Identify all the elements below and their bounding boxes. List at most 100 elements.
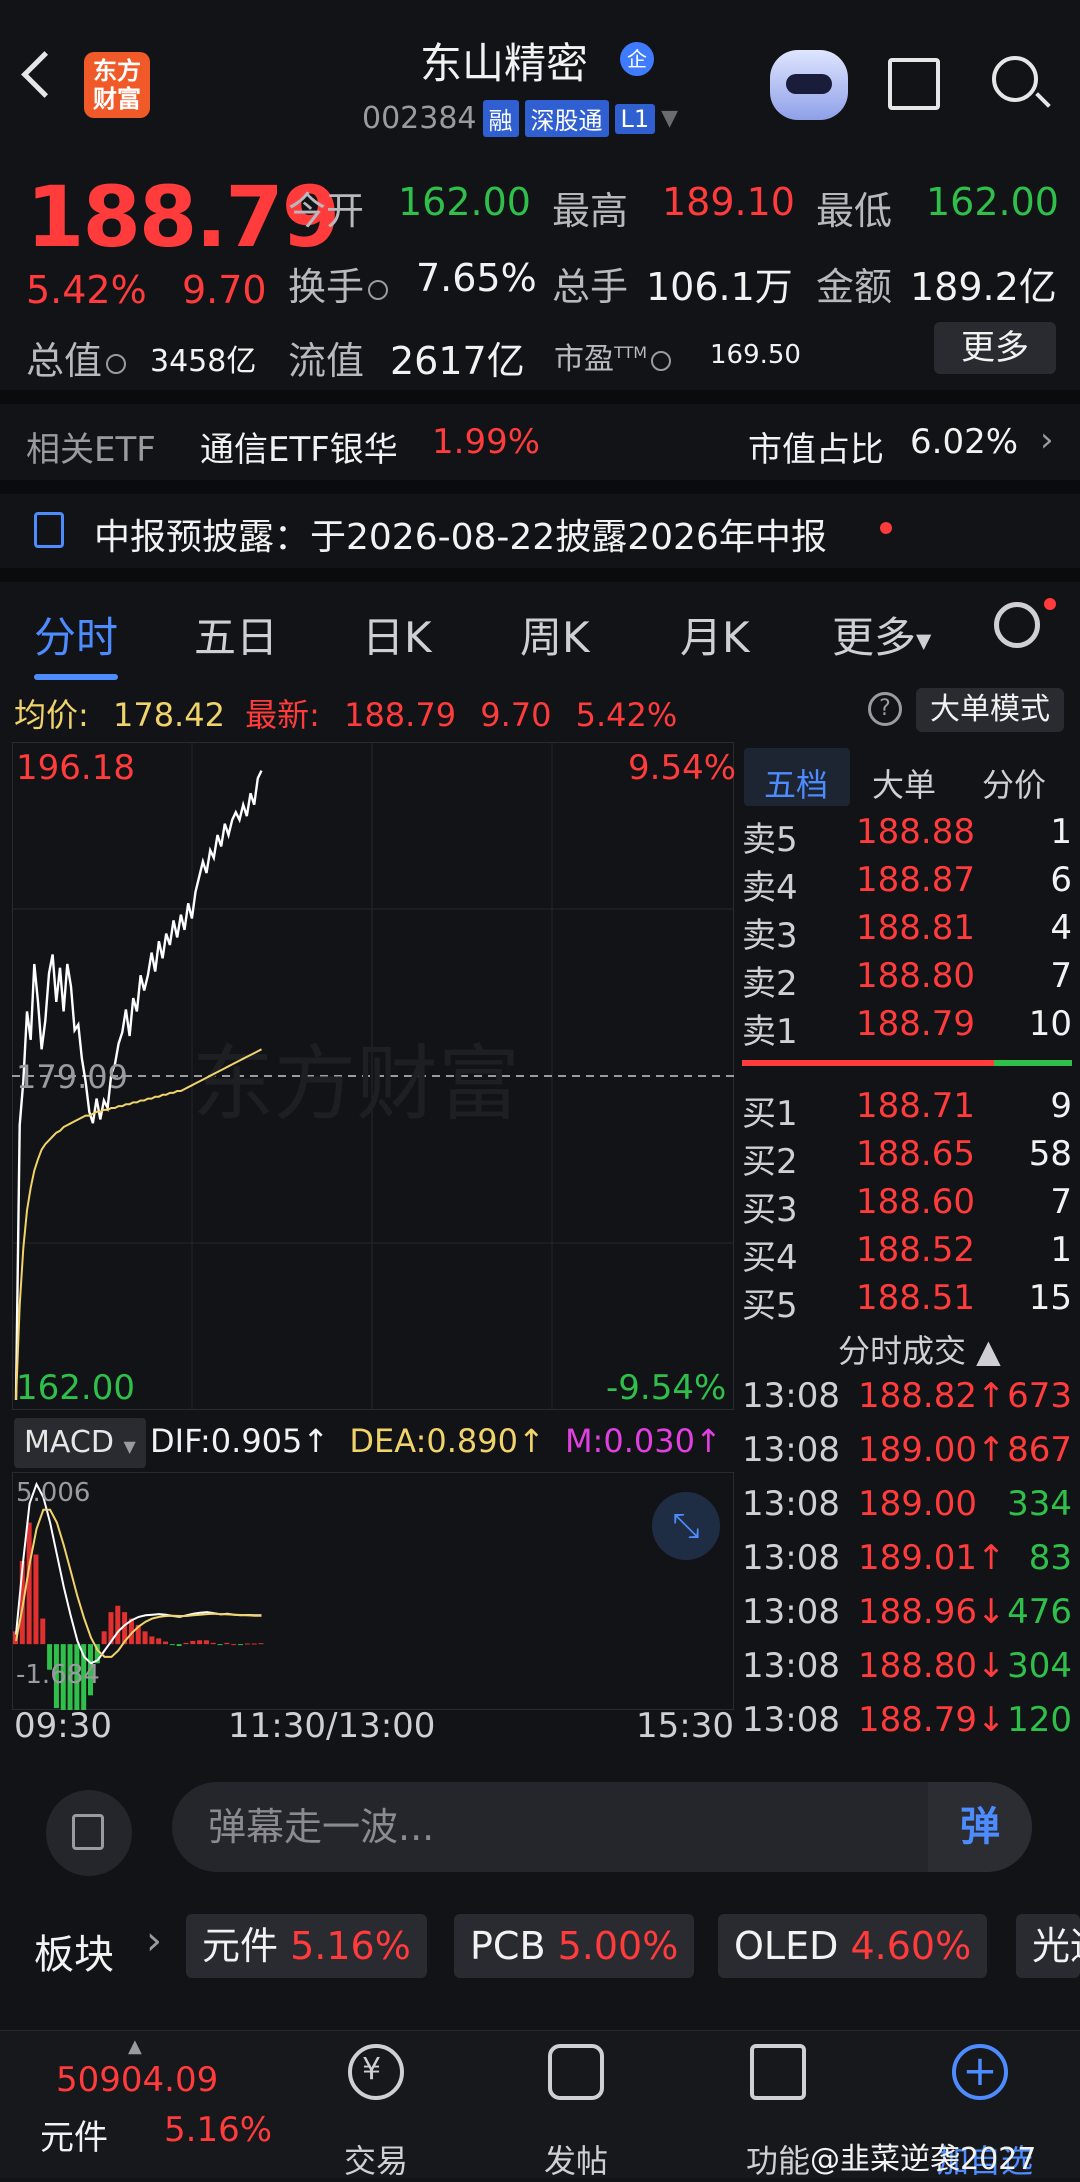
tick-row[interactable]: 13:08 188.80↓ 304 [742, 1646, 1072, 1700]
index-pct: 5.16% [164, 2110, 273, 2150]
bid-level[interactable]: 买5 188.51 15 [742, 1278, 1072, 1326]
index-name: 元件 [40, 2118, 108, 2158]
tick-time: 13:08 [742, 1538, 840, 1578]
sector-chip-optical[interactable]: 光通 [1016, 1914, 1080, 1978]
mktcap-label[interactable]: 总值 [26, 330, 127, 385]
comment-history-icon[interactable] [46, 1790, 132, 1876]
amount-value: 189.2亿 [910, 265, 1057, 309]
m-value: 0.030 [603, 1422, 695, 1460]
level-name: 卖5 [742, 820, 798, 860]
danmaku-input[interactable]: 弹幕走一波... [172, 1782, 1032, 1872]
tick-row[interactable]: 13:08 189.00↑ 867 [742, 1430, 1072, 1484]
bid-level[interactable]: 买2 188.65 58 [742, 1134, 1072, 1182]
help-icon[interactable]: ? [868, 692, 902, 726]
tab-weekly-k[interactable]: 周K [520, 604, 590, 665]
tick-time: 13:08 [742, 1592, 840, 1632]
big-order-mode-button[interactable]: 大单模式 [916, 688, 1064, 732]
unread-dot [880, 522, 892, 534]
last-pct: 5.42% [575, 696, 678, 734]
y-axis-top-label: 196.18 [16, 748, 135, 788]
tick-row[interactable]: 13:08 188.82↑ 673 [742, 1376, 1072, 1430]
macd-values: DIF:0.905↑ DEA:0.890↑ M:0.030↑ [150, 1422, 722, 1460]
sector-chip-oled[interactable]: OLED 4.60% [718, 1914, 988, 1978]
tick-time: 13:08 [742, 1700, 840, 1740]
share-icon[interactable] [888, 58, 940, 110]
tab-monthly-k[interactable]: 月K [680, 604, 750, 665]
sector-label: 板块 [34, 1932, 114, 1978]
bid-level[interactable]: 买1 188.71 9 [742, 1086, 1072, 1134]
tab-price-dist[interactable]: 分价 [982, 760, 1046, 806]
tab-five-levels[interactable]: 五档 [764, 760, 828, 806]
bid-level[interactable]: 买3 188.60 7 [742, 1182, 1072, 1230]
macd-bar [183, 1642, 189, 1645]
tick-price: 188.82↑ [858, 1376, 1006, 1416]
divider [0, 480, 1080, 494]
bid-ask-separator [742, 1060, 1072, 1066]
high-label: 最高 [552, 189, 629, 233]
notice-row[interactable]: 中报预披露：于2026-08-22披露2026年中报 [0, 494, 1080, 568]
tab-more[interactable]: 更多▼ [832, 604, 931, 665]
tick-row[interactable]: 13:08 188.79↓ 120 [742, 1700, 1072, 1754]
tab-daily-k[interactable]: 日K [362, 604, 432, 665]
stock-code-row[interactable]: 002384 融 深股通 L1 ▼ [362, 100, 678, 137]
y-axis-bottom-label: 162.00 [16, 1368, 135, 1408]
macd-bar [176, 1644, 182, 1647]
caret-up-icon: ▲ [128, 2036, 142, 2057]
post-icon[interactable] [548, 2044, 604, 2100]
functions-grid-icon[interactable] [750, 2044, 806, 2100]
gear-icon[interactable] [994, 602, 1040, 648]
level-name: 买2 [742, 1142, 798, 1182]
nav-functions[interactable]: 功能 [742, 2136, 814, 2182]
level-name: 卖4 [742, 868, 798, 908]
pe-label[interactable]: 市盈TTM [554, 334, 672, 378]
level-name: 买4 [742, 1238, 798, 1278]
nav-trade[interactable]: 交易 [340, 2136, 412, 2182]
level-price: 188.80 [856, 956, 975, 996]
macd-indicator-selector[interactable]: MACD ▼ [14, 1418, 146, 1468]
ask-level[interactable]: 卖2 188.80 7 [742, 956, 1072, 1004]
tag-margin: 融 [482, 100, 519, 137]
tick-time: 13:08 [742, 1646, 840, 1686]
expand-icon[interactable]: ⤡ [652, 1492, 720, 1560]
level-price: 188.79 [856, 1004, 975, 1044]
tick-row[interactable]: 13:08 188.96↓ 476 [742, 1592, 1072, 1646]
tab-five-day[interactable]: 五日 [194, 604, 278, 665]
macd-bar [238, 1644, 244, 1646]
danmaku-send-button[interactable]: 弹 [928, 1782, 1032, 1872]
m-arrow: ↑ [694, 1422, 722, 1460]
ask-level[interactable]: 卖5 188.88 1 [742, 812, 1072, 860]
tick-row[interactable]: 13:08 189.00 334 [742, 1484, 1072, 1538]
stock-code: 002384 [362, 101, 477, 136]
tick-time: 13:08 [742, 1376, 840, 1416]
tab-big-orders[interactable]: 大单 [872, 760, 936, 806]
turnover-label[interactable]: 换手 [288, 256, 389, 311]
tag-connect: 深股通 [524, 100, 609, 137]
nav-post[interactable]: 发帖 [540, 2136, 612, 2182]
macd-bar [210, 1642, 216, 1645]
level-volume: 4 [1050, 908, 1072, 948]
add-watchlist-icon[interactable]: + [952, 2044, 1008, 2100]
search-icon[interactable] [992, 56, 1038, 102]
ask-level[interactable]: 卖1 188.79 10 [742, 1004, 1072, 1052]
macd-bar [33, 1554, 39, 1645]
ask-level[interactable]: 卖3 188.81 4 [742, 908, 1072, 956]
tick-row[interactable]: 13:08 189.01↑ 83 [742, 1538, 1072, 1592]
sector-chip-pcb[interactable]: PCB 5.00% [454, 1914, 695, 1978]
macd-chart-svg [13, 1481, 264, 1710]
level-volume: 1 [1050, 812, 1072, 852]
dea-label: DEA: [349, 1422, 427, 1460]
macd-bar [203, 1640, 209, 1645]
level-volume: 1 [1050, 1230, 1072, 1270]
tick-trades-title[interactable]: 分时成交 ▲ [838, 1326, 1001, 1372]
ask-level[interactable]: 卖4 188.87 6 [742, 860, 1072, 908]
more-button[interactable]: 更多 [934, 322, 1056, 374]
avg-value: 178.42 [112, 696, 225, 734]
weibo-watermark: @韭菜逆袭2027 [810, 2142, 1037, 2177]
robot-assistant-icon[interactable] [770, 50, 848, 120]
related-etf-row[interactable]: 相关ETF 通信ETF银华 1.99% 市值占比 6.02% › [0, 404, 1080, 480]
bid-level[interactable]: 买4 188.52 1 [742, 1230, 1072, 1278]
high-value: 189.10 [662, 180, 795, 224]
sector-chip-components[interactable]: 元件 5.16% [186, 1914, 427, 1978]
level-volume: 58 [1028, 1134, 1072, 1174]
tab-intraday[interactable]: 分时 [34, 604, 118, 665]
